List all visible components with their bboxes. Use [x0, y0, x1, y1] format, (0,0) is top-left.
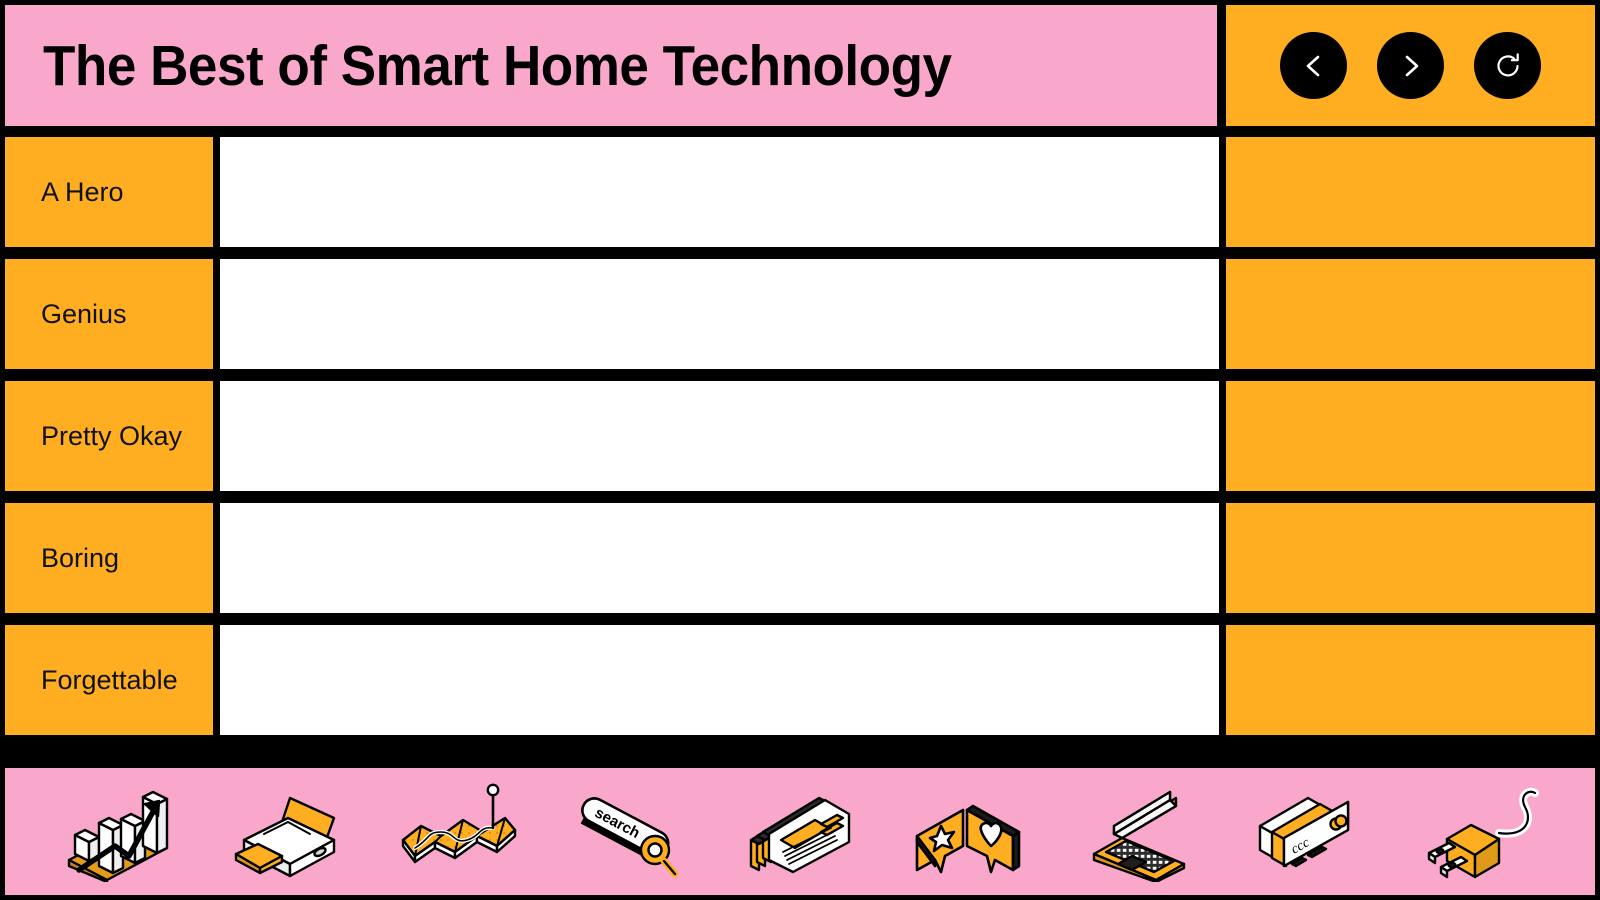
row-action-cell-0[interactable] — [1226, 137, 1595, 247]
row-content-cell-3[interactable] — [220, 503, 1219, 613]
row-label-cell-3[interactable]: Boring — [5, 503, 213, 613]
table-row: Boring — [0, 497, 1600, 619]
page-title: The Best of Smart Home Technology — [43, 33, 952, 98]
row-label: Boring — [41, 542, 120, 573]
row-label-cell-1[interactable]: Genius — [5, 259, 213, 369]
row-label: Forgettable — [41, 664, 178, 695]
nav-button-group — [1226, 5, 1595, 126]
webpage-stack-icon[interactable] — [734, 779, 866, 885]
bar-chart-growth-icon[interactable] — [52, 779, 184, 885]
ranking-grid: A Hero Genius Pretty Okay Boring Forgett… — [0, 131, 1600, 763]
row-label-cell-4[interactable]: Forgettable — [5, 625, 213, 735]
table-row: Forgettable — [0, 619, 1600, 741]
row-action-cell-4[interactable] — [1226, 625, 1595, 735]
map-pin-icon[interactable] — [393, 779, 525, 885]
credit-cards-icon[interactable]: ccc — [1245, 779, 1377, 885]
row-action-cell-3[interactable] — [1226, 503, 1595, 613]
row-label: Genius — [41, 298, 127, 329]
header: The Best of Smart Home Technology — [0, 0, 1600, 131]
title-cell: The Best of Smart Home Technology — [5, 5, 1217, 126]
row-label: Pretty Okay — [41, 420, 183, 451]
chevron-right-icon — [1396, 51, 1426, 81]
chevron-left-icon — [1299, 51, 1329, 81]
back-button[interactable] — [1280, 32, 1347, 99]
search-bar-icon[interactable]: search — [564, 779, 696, 885]
app-root: The Best of Smart Home Technology A Hero… — [0, 0, 1600, 900]
row-label-cell-0[interactable]: A Hero — [5, 137, 213, 247]
refresh-button[interactable] — [1474, 32, 1541, 99]
table-row: Pretty Okay — [0, 375, 1600, 497]
power-plug-icon[interactable] — [1416, 779, 1548, 885]
row-content-cell-0[interactable] — [220, 137, 1219, 247]
refresh-icon — [1492, 50, 1524, 82]
row-content-cell-2[interactable] — [220, 381, 1219, 491]
row-content-cell-4[interactable] — [220, 625, 1219, 735]
row-action-cell-1[interactable] — [1226, 259, 1595, 369]
laptop-icon[interactable] — [1075, 779, 1207, 885]
row-label: A Hero — [41, 176, 124, 207]
table-row: A Hero — [0, 131, 1600, 253]
row-action-cell-2[interactable] — [1226, 381, 1595, 491]
speech-bubbles-icon[interactable] — [904, 779, 1036, 885]
footer-icon-strip: search ccc — [5, 768, 1595, 895]
printer-icon[interactable] — [223, 779, 355, 885]
forward-button[interactable] — [1377, 32, 1444, 99]
row-content-cell-1[interactable] — [220, 259, 1219, 369]
row-label-cell-2[interactable]: Pretty Okay — [5, 381, 213, 491]
table-row: Genius — [0, 253, 1600, 375]
